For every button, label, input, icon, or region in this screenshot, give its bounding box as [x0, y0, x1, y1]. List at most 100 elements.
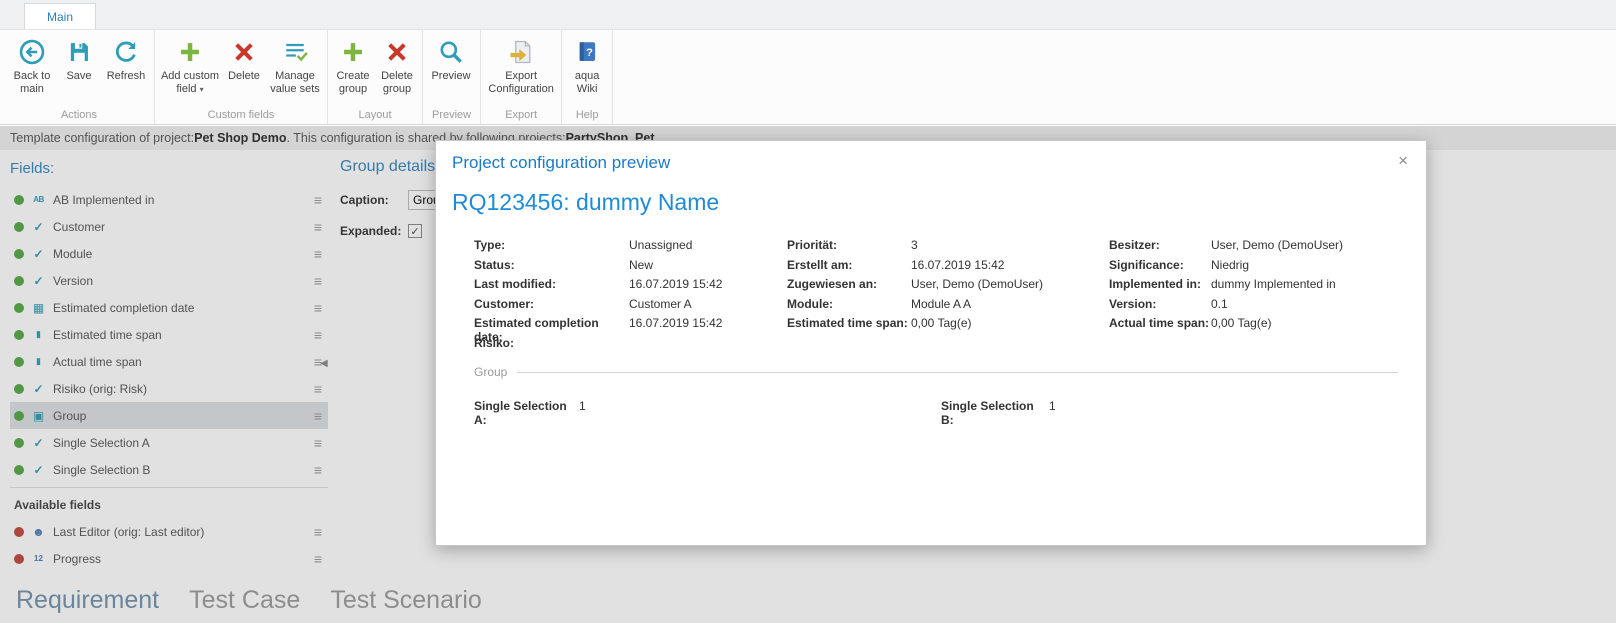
tab-main[interactable]: Main — [24, 3, 97, 29]
refresh-button[interactable]: Refresh — [101, 32, 151, 85]
dialog-title: Project configuration preview — [452, 153, 671, 172]
delete-field-button[interactable]: Delete — [222, 32, 266, 85]
save-button[interactable]: Save — [57, 32, 101, 85]
button-label: Delete group — [381, 70, 413, 95]
preview-dialog: Project configuration preview × RQ123456… — [435, 140, 1427, 546]
field-value: Niedrig — [1211, 257, 1250, 272]
button-label: Save — [66, 70, 92, 82]
field-column-3: Besitzer: User, Demo (DemoUser) Significa… — [1109, 238, 1398, 355]
field-value: 16.07.2019 15:42 — [911, 257, 1005, 272]
field-value — [629, 336, 787, 356]
group-section-header: Group — [474, 365, 1398, 379]
field-value: dummy Implemented in — [1211, 277, 1336, 291]
delete-x-icon — [231, 36, 257, 68]
field-value: User, Demo (DemoUser) — [1211, 238, 1344, 252]
ribbon-group-label: Help — [575, 109, 599, 121]
ribbon-toolbar: Back to main Save Refresh Actions Add cu… — [0, 30, 1616, 125]
field-column-1: Type: Unassigned Status: New Last modified… — [474, 238, 787, 355]
group-section-fields: Single Selection A: 1 Single Selection B… — [474, 399, 1398, 427]
field-label: Erstellt am: — [787, 257, 853, 272]
button-label: Manage value sets — [270, 70, 320, 95]
refresh-icon — [112, 36, 140, 68]
section-divider — [517, 371, 1398, 373]
field-label: Estimated completion date: — [474, 316, 599, 344]
manage-value-sets-button[interactable]: Manage value sets — [266, 32, 324, 97]
field-label: Besitzer: — [1109, 238, 1160, 252]
field-value: 16.07.2019 15:42 — [629, 316, 723, 330]
group-field: Single Selection B: 1 — [941, 399, 1056, 427]
ribbon-group-preview: Preview Preview — [423, 30, 482, 124]
field-value: Customer A — [629, 296, 692, 311]
back-icon — [18, 36, 46, 68]
field-label: Module: — [787, 296, 833, 311]
preview-button[interactable]: Preview — [426, 32, 476, 85]
svg-text:?: ? — [586, 47, 593, 59]
button-label: Back to main — [13, 70, 51, 95]
ribbon-group-label: Custom fields — [207, 109, 275, 121]
create-group-button[interactable]: Create group — [331, 32, 375, 97]
field-value: 1 — [1049, 399, 1056, 413]
field-value: Module A A — [911, 296, 972, 311]
aqua-wiki-button[interactable]: ? aqua Wiki — [565, 32, 609, 97]
field-column-2: Priorität: 3 Erstellt am: 16.07.2019 15:42… — [787, 238, 1109, 355]
field-label: Significance: — [1109, 257, 1184, 272]
field-label: Single Selection A: — [474, 399, 567, 427]
button-label: Refresh — [106, 70, 146, 82]
ribbon-group-label: Actions — [60, 109, 98, 121]
ribbon-group-label: Layout — [358, 109, 392, 121]
value-sets-icon — [281, 36, 309, 68]
button-label: Preview — [431, 70, 471, 82]
close-icon[interactable]: × — [1392, 149, 1414, 173]
plus-icon — [177, 36, 203, 68]
ribbon-tab-strip: Main — [0, 0, 1616, 30]
wiki-icon: ? — [574, 36, 600, 68]
field-label: Zugewiesen an: — [787, 277, 878, 291]
button-label: Delete — [228, 70, 260, 82]
button-label: Add custom field ▾ — [160, 70, 220, 95]
ribbon-group-custom-fields: Add custom field ▾ Delete Manage value s… — [155, 30, 328, 124]
dropdown-arrow-icon: ▾ — [199, 84, 204, 94]
ribbon-group-export: Export Configuration Export — [481, 30, 563, 124]
field-label: Customer: — [474, 296, 535, 311]
field-label: Single Selection B: — [941, 399, 1034, 427]
field-value: 0,00 Tag(e) — [1211, 316, 1272, 330]
button-label: Create group — [336, 70, 370, 95]
field-value: 0.1 — [1211, 296, 1228, 311]
preview-field-grid: Type: Unassigned Status: New Last modified… — [474, 238, 1398, 355]
ribbon-group-help: ? aqua Wiki Help — [562, 30, 614, 124]
field-label: Status: — [474, 257, 515, 272]
ribbon-group-layout: Create group Delete group Layout — [328, 30, 423, 124]
plus-icon — [340, 36, 366, 68]
field-label: Version: — [1109, 296, 1157, 311]
field-value: 1 — [579, 399, 586, 413]
add-custom-field-button[interactable]: Add custom field ▾ — [158, 32, 222, 97]
ribbon-group-label: Export — [505, 109, 538, 121]
field-value: New — [629, 257, 654, 272]
button-label: Export Configuration — [488, 70, 554, 95]
field-value: 16.07.2019 15:42 — [629, 277, 723, 291]
delete-group-button[interactable]: Delete group — [375, 32, 419, 97]
save-icon — [66, 36, 92, 68]
field-label: Estimated time span: — [787, 316, 908, 330]
group-section-title: Group — [474, 365, 508, 379]
field-label: Last modified: — [474, 277, 557, 291]
field-label: Type: — [474, 238, 506, 252]
group-field: Single Selection A: 1 — [474, 399, 941, 427]
field-value: User, Demo (DemoUser) — [911, 277, 1044, 291]
requirement-heading: RQ123456: dummy Name — [452, 189, 720, 215]
button-label: aqua Wiki — [574, 70, 600, 95]
field-label: Risiko: — [474, 335, 515, 350]
delete-x-icon — [384, 36, 410, 68]
back-to-main-button[interactable]: Back to main — [7, 32, 57, 97]
ribbon-group-actions: Back to main Save Refresh Actions — [4, 30, 155, 124]
field-label: Actual time span: — [1109, 316, 1210, 330]
field-value: 0,00 Tag(e) — [911, 316, 972, 330]
export-configuration-button[interactable]: Export Configuration — [484, 32, 558, 97]
field-value: 3 — [911, 238, 918, 252]
field-value: Unassigned — [629, 238, 693, 252]
export-icon — [507, 36, 535, 68]
ribbon-group-label: Preview — [432, 109, 472, 121]
field-label: Implemented in: — [1109, 277, 1202, 291]
magnifier-icon — [437, 36, 465, 68]
field-label: Priorität: — [787, 238, 838, 252]
